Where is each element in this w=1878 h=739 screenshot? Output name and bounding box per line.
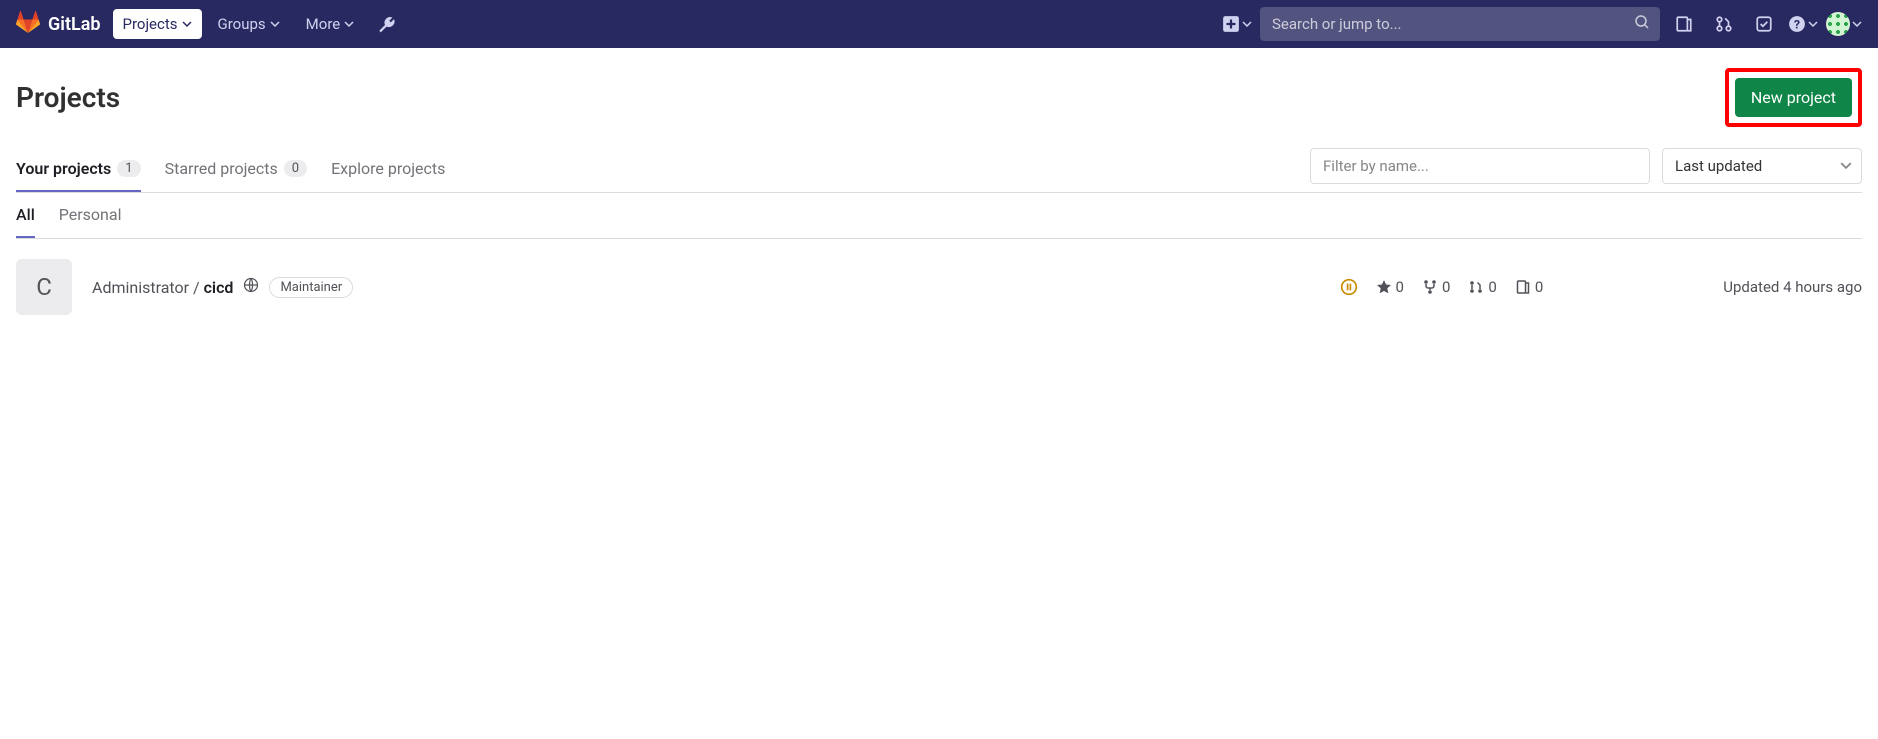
brand-text: GitLab xyxy=(48,14,101,35)
issues-icon xyxy=(1515,279,1531,295)
page-content: Projects New project Your projects 1 Sta… xyxy=(0,48,1878,335)
create-new-dropdown[interactable] xyxy=(1222,15,1252,33)
tab-explore-projects[interactable]: Explore projects xyxy=(331,147,445,192)
issues-count: 0 xyxy=(1535,278,1543,296)
globe-icon xyxy=(243,277,259,297)
project-avatar: C xyxy=(16,259,72,315)
chevron-down-icon xyxy=(344,19,354,29)
sort-dropdown[interactable] xyxy=(1662,148,1862,184)
nav-more-label: More xyxy=(306,15,341,33)
stars-count: 0 xyxy=(1396,278,1404,296)
subtab-personal[interactable]: Personal xyxy=(59,193,122,238)
mr-count: 0 xyxy=(1488,278,1496,296)
top-navbar: GitLab Projects Groups More xyxy=(0,0,1878,48)
stars-stat[interactable]: 0 xyxy=(1376,278,1404,296)
tab-your-projects-count: 1 xyxy=(117,160,140,177)
project-main: Administrator / cicd Maintainer xyxy=(92,277,353,298)
project-name[interactable]: cicd xyxy=(204,278,234,297)
nav-projects[interactable]: Projects xyxy=(113,9,202,39)
tab-controls xyxy=(1310,148,1862,192)
tab-your-projects[interactable]: Your projects 1 xyxy=(16,147,141,192)
user-avatar xyxy=(1826,12,1850,36)
tab-starred-projects[interactable]: Starred projects 0 xyxy=(165,147,307,192)
search-icon[interactable] xyxy=(1634,14,1650,34)
merge-request-icon xyxy=(1468,279,1484,295)
chevron-down-icon xyxy=(270,19,280,29)
page-header: Projects New project xyxy=(16,68,1862,127)
help-dropdown[interactable]: ? xyxy=(1788,15,1818,33)
tab-starred-label: Starred projects xyxy=(165,159,278,178)
help-icon: ? xyxy=(1788,15,1806,33)
chevron-down-icon xyxy=(1242,19,1252,29)
svg-text:?: ? xyxy=(1794,19,1800,33)
todos-icon[interactable] xyxy=(1748,8,1780,40)
chevron-down-icon xyxy=(1808,19,1818,29)
plus-icon xyxy=(1222,15,1240,33)
new-project-button[interactable]: New project xyxy=(1735,78,1852,117)
tab-explore-label: Explore projects xyxy=(331,159,445,178)
merge-requests-stat[interactable]: 0 xyxy=(1468,278,1496,296)
project-namespace[interactable]: Administrator / xyxy=(92,278,204,297)
project-subtabs: All Personal xyxy=(16,193,1862,239)
star-icon xyxy=(1376,279,1392,295)
project-row[interactable]: C Administrator / cicd Maintainer 0 0 xyxy=(16,239,1862,335)
subtab-all[interactable]: All xyxy=(16,193,35,238)
admin-wrench-icon[interactable] xyxy=(370,8,402,40)
chevron-down-icon xyxy=(1852,19,1862,29)
project-role-badge: Maintainer xyxy=(269,277,353,298)
nav-projects-label: Projects xyxy=(123,15,178,33)
chevron-down-icon xyxy=(182,19,192,29)
search-wrap xyxy=(1260,7,1660,41)
search-input[interactable] xyxy=(1260,7,1660,41)
issues-icon[interactable] xyxy=(1668,8,1700,40)
nav-groups-label: Groups xyxy=(218,15,266,33)
pipeline-status-icon[interactable] xyxy=(1340,278,1358,296)
highlight-annotation: New project xyxy=(1725,68,1862,127)
user-menu[interactable] xyxy=(1826,12,1862,36)
nav-left: Projects Groups More xyxy=(113,8,403,40)
forks-stat[interactable]: 0 xyxy=(1422,278,1450,296)
tab-your-projects-label: Your projects xyxy=(16,159,111,178)
project-stats: 0 0 0 0 xyxy=(1340,278,1544,296)
filter-by-name-input[interactable] xyxy=(1310,148,1650,184)
project-updated: Updated 4 hours ago xyxy=(1723,278,1862,296)
page-title: Projects xyxy=(16,81,120,114)
nav-more[interactable]: More xyxy=(296,9,365,39)
tab-starred-count: 0 xyxy=(284,160,307,177)
gitlab-logo-icon xyxy=(16,10,40,38)
merge-requests-icon[interactable] xyxy=(1708,8,1740,40)
project-tabs: Your projects 1 Starred projects 0 Explo… xyxy=(16,147,1862,193)
sort-select-wrap xyxy=(1662,148,1862,184)
issues-stat[interactable]: 0 xyxy=(1515,278,1543,296)
nav-groups[interactable]: Groups xyxy=(208,9,290,39)
brand[interactable]: GitLab xyxy=(16,10,101,38)
nav-right: ? xyxy=(1222,7,1862,41)
forks-count: 0 xyxy=(1442,278,1450,296)
fork-icon xyxy=(1422,279,1438,295)
